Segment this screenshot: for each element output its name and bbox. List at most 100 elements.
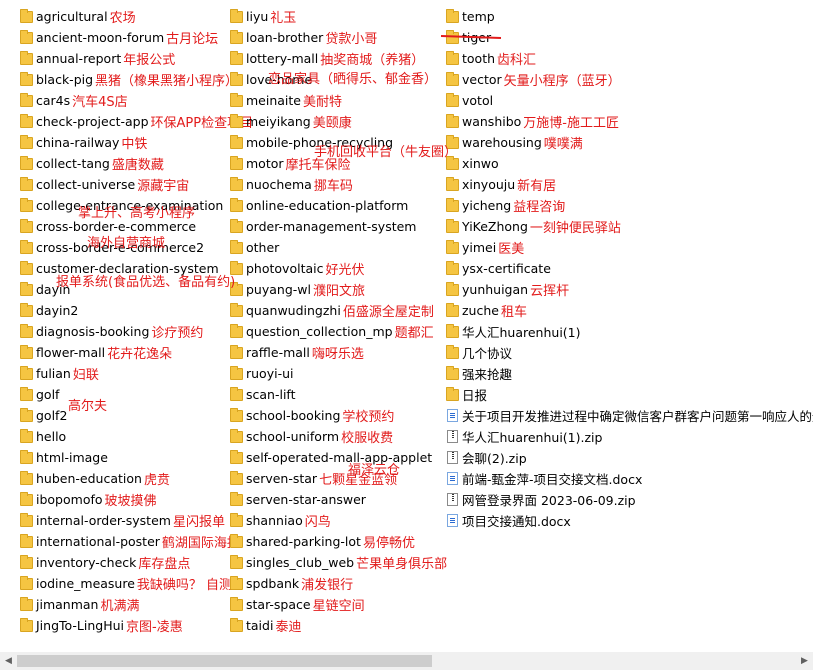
file-name: china-railway [36, 135, 120, 150]
file-name: online-education-platform [246, 198, 409, 213]
annotation-note: 泰迪 [275, 620, 302, 635]
file-item[interactable]: xinyouju 新有居 [426, 174, 813, 195]
file-item[interactable]: taidi 泰迪 [210, 615, 447, 636]
file-column-2: liyu 礼玉 loan-brother 贷款小哥 lottery-mall 抽奖商城（养… [210, 6, 447, 636]
annotation-note: 校服收费 [341, 431, 394, 446]
file-item[interactable]: yicheng 益程咨询 [426, 195, 813, 216]
file-item[interactable]: serven-star-answer [210, 489, 447, 510]
file-item[interactable]: yunhuigan 云挥杆 [426, 279, 813, 300]
folder-icon [20, 596, 33, 611]
file-item[interactable]: order-management-system [210, 216, 447, 237]
file-item[interactable]: 前端-甄金萍-项目交接文档.docx [426, 468, 813, 489]
file-item[interactable]: zuche 租车 [426, 300, 813, 321]
file-item[interactable]: nuochema 挪车码 [210, 174, 447, 195]
file-name: serven-star-answer [246, 492, 366, 507]
file-item[interactable]: 会聊(2).zip [426, 447, 813, 468]
annotation-note: 嗨呀乐选 [311, 347, 364, 362]
word-file-icon [447, 514, 458, 527]
annotation-note: 盛唐数藏 [111, 158, 164, 173]
file-item[interactable]: vector 矢量小程序（蓝牙） [426, 69, 813, 90]
file-item[interactable]: school-uniform 校服收费 [210, 426, 447, 447]
file-item[interactable]: 项目交接通知.docx [426, 510, 813, 531]
folder-icon [20, 533, 33, 548]
file-name: nuochema [246, 177, 312, 192]
annotation-note: 矢量小程序（蓝牙） [503, 74, 621, 89]
zip-file-icon [447, 451, 458, 464]
file-item[interactable]: ysx-certificate [426, 258, 813, 279]
annotation-note: 芒果单身俱乐部 [356, 557, 448, 572]
folder-icon [20, 155, 33, 170]
file-item[interactable]: meinaite 美耐特 [210, 90, 447, 111]
file-item[interactable]: shared-parking-lot 易停畅优 [210, 531, 447, 552]
file-name: wanshibo [462, 114, 522, 129]
horizontal-scrollbar[interactable]: ◀ ▶ [0, 652, 813, 670]
file-item[interactable]: meiyikang 美颐康 [210, 111, 447, 132]
file-item[interactable]: shanniao 闪鸟 [210, 510, 447, 531]
file-item[interactable]: loan-brother 贷款小哥 [210, 27, 447, 48]
word-file-icon [447, 409, 458, 422]
file-name: zuche [462, 303, 499, 318]
file-name: annual-report [36, 51, 122, 66]
file-item[interactable]: spdbank 浦发银行 [210, 573, 447, 594]
file-name: 华人汇huarenhui(1) [462, 325, 581, 340]
file-item[interactable]: xinwo [426, 153, 813, 174]
file-item[interactable]: photovoltaic 好光伏 [210, 258, 447, 279]
file-item[interactable]: yimei 医美 [426, 237, 813, 258]
file-item[interactable]: scan-lift [210, 384, 447, 405]
file-item[interactable]: online-education-platform [210, 195, 447, 216]
file-name: ruoyi-ui [246, 366, 294, 381]
file-item[interactable]: 网管登录界面 2023-06-09.zip [426, 489, 813, 510]
scrollbar-thumb[interactable] [17, 655, 432, 667]
annotation-note: 中铁 [121, 137, 148, 152]
file-item[interactable]: temp [426, 6, 813, 27]
file-name: flower-mall [36, 345, 106, 360]
file-name: star-space [246, 597, 311, 612]
file-name: 项目交接通知.docx [462, 514, 571, 529]
file-name: yimei [462, 240, 497, 255]
file-name: ibopomofo [36, 492, 103, 507]
file-item[interactable]: 关于项目开发推进过程中确定微信客户群客户问题第一响应人的通知.docx [426, 405, 813, 426]
file-item[interactable]: lottery-mall 抽奖商城（养猪） [210, 48, 447, 69]
file-item[interactable]: 华人汇huarenhui(1) [426, 321, 813, 342]
file-item[interactable]: singles_club_web 芒果单身俱乐部 [210, 552, 447, 573]
file-item[interactable]: YiKeZhong 一刻钟便民驿站 [426, 216, 813, 237]
scroll-left-icon[interactable]: ◀ [0, 652, 17, 670]
annotation-note: 新有居 [517, 179, 557, 194]
file-item[interactable]: ruoyi-ui [210, 363, 447, 384]
folder-icon [230, 197, 243, 212]
folder-icon [20, 29, 33, 44]
file-item[interactable]: votol [426, 90, 813, 111]
file-item[interactable]: serven-star 七颗星金蓝领 [210, 468, 447, 489]
annotation-note: 一刻钟便民驿站 [529, 221, 621, 236]
annotation-note: 抽奖商城（养猪） [320, 53, 425, 68]
file-item[interactable]: warehousing 噗噗满 [426, 132, 813, 153]
file-item[interactable]: other [210, 237, 447, 258]
file-item[interactable]: 华人汇huarenhui(1).zip [426, 426, 813, 447]
file-name: 前端-甄金萍-项目交接文档.docx [462, 472, 643, 487]
file-item[interactable]: star-space 星链空间 [210, 594, 447, 615]
annotation-note: 濮阳文旅 [312, 284, 365, 299]
file-name: fulian [36, 366, 71, 381]
file-name: self-operated-mall-app-applet [246, 450, 433, 465]
file-item[interactable]: 日报 [426, 384, 813, 405]
file-item[interactable]: wanshibo 万施博-施工工匠 [426, 111, 813, 132]
file-name: diagnosis-booking [36, 324, 150, 339]
folder-icon [20, 260, 33, 275]
file-item[interactable]: raffle-mall 嗨呀乐选 [210, 342, 447, 363]
file-item[interactable]: self-operated-mall-app-applet [210, 447, 447, 468]
file-name: votol [462, 93, 494, 108]
file-item[interactable]: puyang-wl 濮阳文旅 [210, 279, 447, 300]
file-item[interactable]: liyu 礼玉 [210, 6, 447, 27]
file-item[interactable]: 几个协议 [426, 342, 813, 363]
file-item[interactable]: school-booking 学校预约 [210, 405, 447, 426]
folder-icon [446, 113, 459, 128]
file-item[interactable]: 强来抢趣 [426, 363, 813, 384]
file-item[interactable]: question_collection_mp 题都汇 [210, 321, 447, 342]
scroll-right-icon[interactable]: ▶ [796, 652, 813, 670]
folder-icon [446, 344, 459, 359]
folder-icon [230, 491, 243, 506]
file-item[interactable]: tooth 齿科汇 [426, 48, 813, 69]
file-item[interactable]: quanwudingzhi 佰盛源全屋定制 [210, 300, 447, 321]
annotation-customer-declaration: 报单系统(食品优选、备品有约) [56, 275, 236, 290]
folder-icon [446, 92, 459, 107]
